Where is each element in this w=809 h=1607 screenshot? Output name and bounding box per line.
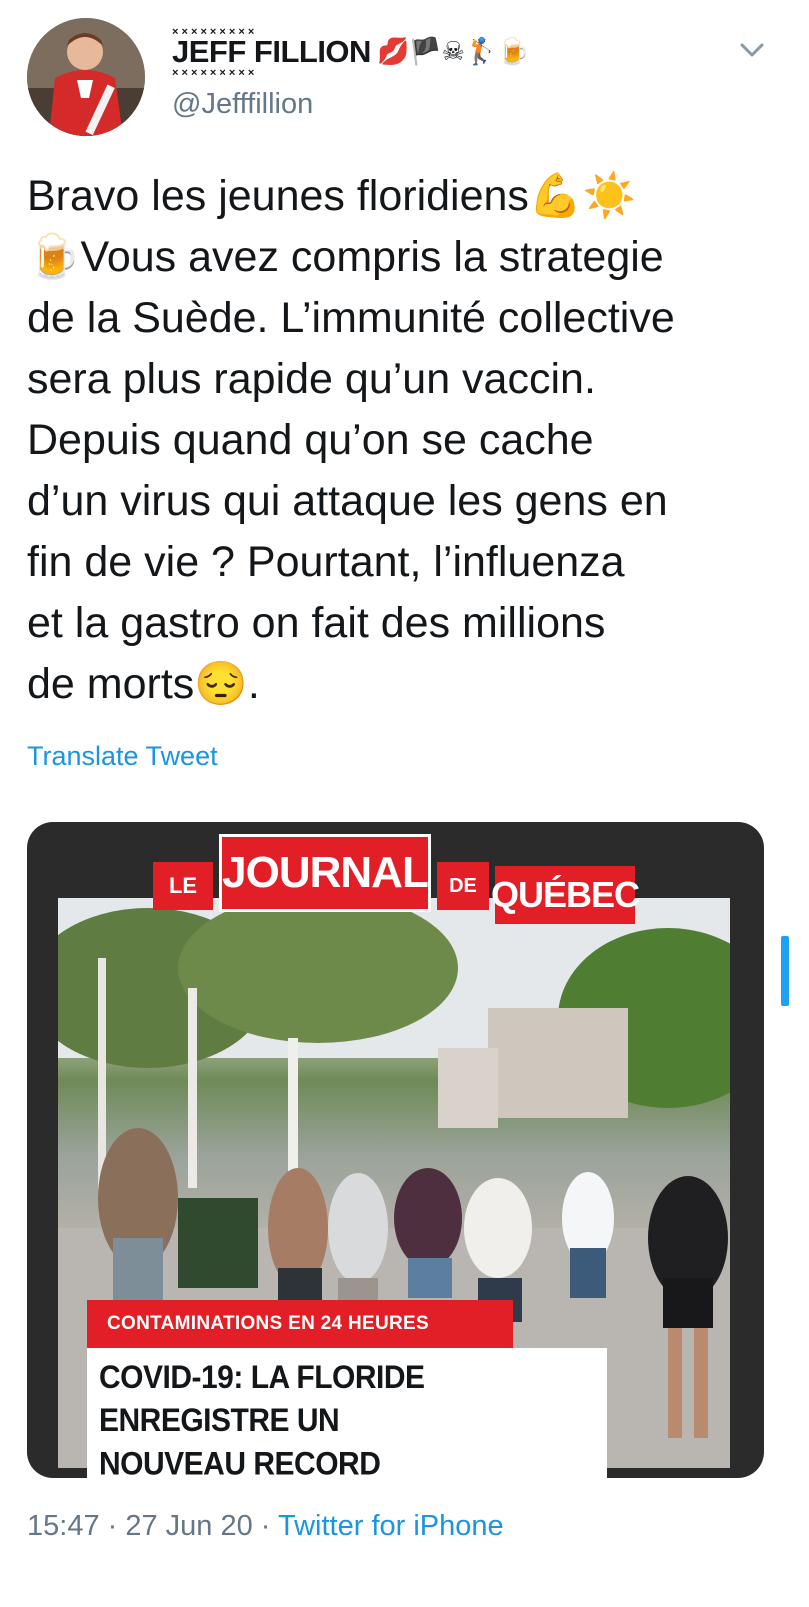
tweet-text: Bravo les jeunes floridiens💪☀️ 🍺Vous ave… <box>27 172 675 708</box>
media-kicker: CONTAMINATIONS EN 24 HEURES <box>87 1300 513 1348</box>
meta-separator: · <box>252 1510 278 1542</box>
logo-le: LE <box>153 862 213 910</box>
avatar[interactable] <box>27 18 145 136</box>
tweet-time: 15:47 <box>27 1510 100 1542</box>
author-handle[interactable]: @Jefffillion <box>172 88 313 121</box>
author-name[interactable]: JEFF FILLION <box>172 26 371 79</box>
journal-de-quebec-logo: LE JOURNAL DE QUÉBEC <box>153 832 640 924</box>
tweet-date: 27 Jun 20 <box>125 1510 253 1542</box>
meta-separator: · <box>99 1510 126 1542</box>
tweet-meta: 15:47 · 27 Jun 20 · Twitter for iPhone <box>27 1510 504 1543</box>
chevron-down-icon[interactable] <box>738 36 766 64</box>
author-name-row[interactable]: JEFF FILLION 💋🏴☠🏌🍺 <box>172 26 530 79</box>
logo-journal: JOURNAL <box>219 834 431 912</box>
scroll-indicator[interactable] <box>781 936 789 1006</box>
tweet-source-link[interactable]: Twitter for iPhone <box>278 1510 504 1542</box>
avatar-image <box>27 18 145 136</box>
logo-quebec: QUÉBEC <box>491 866 640 924</box>
media-headline: COVID-19: LA FLORIDE ENREGISTRE UN NOUVE… <box>87 1348 607 1478</box>
translate-tweet-link[interactable]: Translate Tweet <box>27 741 218 772</box>
tweet-media[interactable]: LE JOURNAL DE QUÉBEC CONTAMINATIONS EN 2… <box>27 822 764 1478</box>
author-name-emojis: 💋🏴☠🏌🍺 <box>376 37 530 67</box>
logo-de: DE <box>437 862 489 910</box>
